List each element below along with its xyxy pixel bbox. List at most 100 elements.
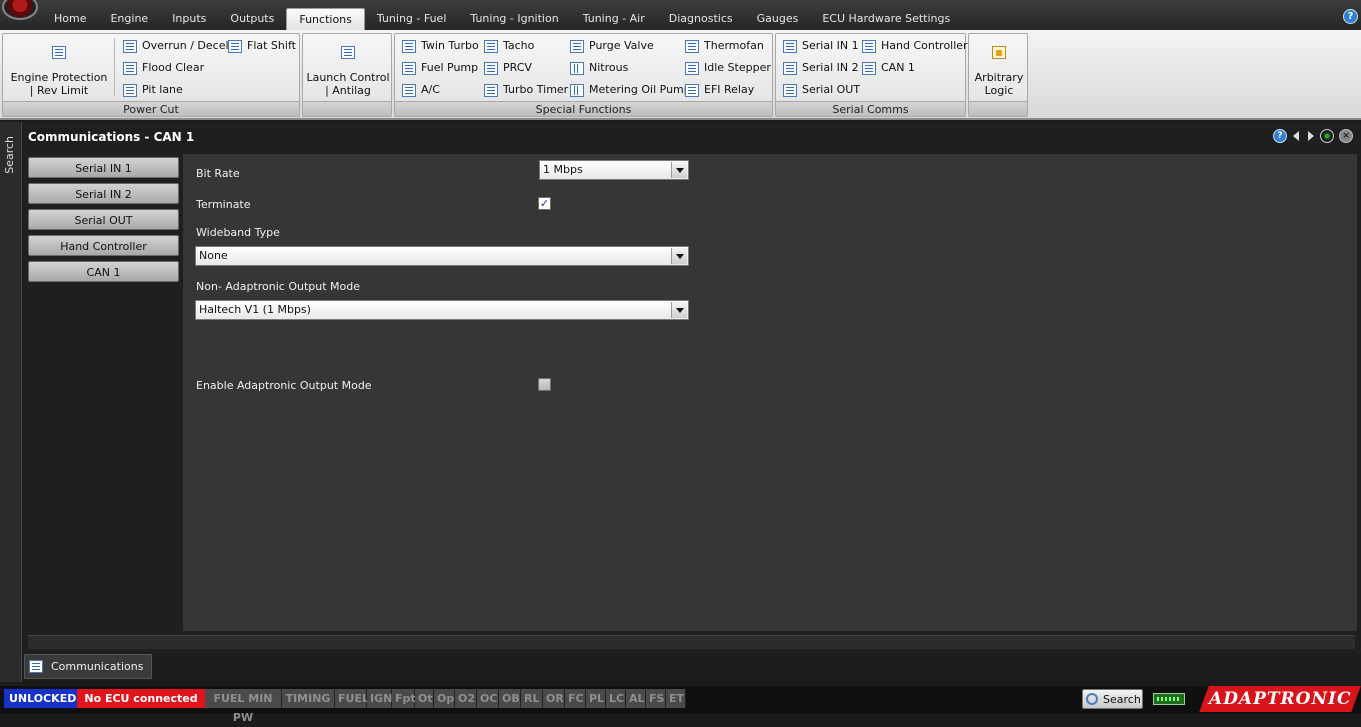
turbo-timer-button[interactable]: Turbo Timer	[484, 80, 568, 100]
communications-panel: Communications - CAN 1 ? × Serial IN 1 S…	[22, 122, 1361, 652]
nitrous-button[interactable]: Nitrous	[570, 58, 628, 78]
side-nav: Serial IN 1 Serial IN 2 Serial OUT Hand …	[28, 157, 179, 287]
logic-icon	[992, 46, 1006, 59]
wideband-type-value: None	[199, 249, 228, 262]
table-icon	[570, 83, 584, 97]
tacho-button[interactable]: Tacho	[484, 36, 534, 56]
status-flag: ET	[666, 689, 686, 708]
side-serial-in-2-button[interactable]: Serial IN 2	[28, 183, 179, 204]
bit-rate-label: Bit Rate	[196, 167, 240, 180]
overrun-decel-button[interactable]: Overrun / Decel	[123, 36, 229, 56]
flood-clear-button[interactable]: Flood Clear	[123, 58, 204, 78]
search-rail-label: Search	[3, 136, 16, 174]
arbitrary-logic-button[interactable]: Arbitrary Logic	[971, 34, 1027, 100]
side-hand-controller-button[interactable]: Hand Controller	[28, 235, 179, 256]
serial-out-button[interactable]: Serial OUT	[783, 80, 860, 100]
tab-tuning-air[interactable]: Tuning - Air	[571, 8, 657, 30]
document-icon	[484, 39, 498, 53]
group-label-launch	[303, 101, 391, 116]
tab-inputs[interactable]: Inputs	[160, 8, 218, 30]
status-flag: FUEL MIN PW	[205, 689, 282, 724]
non-adaptronic-output-mode-select[interactable]: Haltech V1 (1 Mbps)	[195, 300, 689, 320]
ribbon-group-serial-comms: Serial IN 1 Hand Controller Serial IN 2 …	[775, 33, 968, 117]
serial-in-1-button[interactable]: Serial IN 1	[783, 36, 859, 56]
document-tabs: Communications	[22, 652, 1361, 680]
status-flag: FUEL	[335, 689, 369, 708]
side-can-1-button[interactable]: CAN 1	[28, 261, 179, 282]
search-rail[interactable]: Search	[0, 122, 22, 682]
status-bar: UNLOCKED No ECU connected FUEL MIN PW TIM…	[0, 686, 1361, 724]
divider	[114, 38, 115, 96]
document-icon	[570, 39, 584, 53]
wideband-type-select[interactable]: None	[195, 246, 689, 266]
status-flag: Fpt	[392, 689, 416, 708]
tab-gauges[interactable]: Gauges	[745, 8, 811, 30]
menu-bar: Home Engine Inputs Outputs Functions Tun…	[0, 0, 1361, 30]
app-logo-icon[interactable]	[2, 0, 38, 20]
document-icon	[228, 39, 242, 53]
ribbon-group-logic: Arbitrary Logic	[968, 33, 1028, 117]
gauge-icon[interactable]	[1320, 129, 1334, 143]
efi-relay-button[interactable]: EFI Relay	[685, 80, 754, 100]
side-serial-out-button[interactable]: Serial OUT	[28, 209, 179, 230]
metering-oil-pump-button[interactable]: Metering Oil Pump	[570, 80, 691, 100]
chevron-down-icon[interactable]	[671, 302, 687, 318]
help-icon[interactable]: ?	[1343, 9, 1358, 24]
launch-control-button[interactable]: Launch Control | Antilag	[305, 34, 391, 100]
document-icon	[402, 39, 416, 53]
status-flag: TIMING	[282, 689, 335, 708]
prcv-button[interactable]: PRCV	[484, 58, 532, 78]
search-icon	[1086, 693, 1098, 705]
idle-stepper-button[interactable]: Idle Stepper	[685, 58, 771, 78]
status-flag: LC	[606, 689, 626, 708]
ribbon-group-power-cut: Engine Protection | Rev Limit Overrun / …	[2, 33, 300, 117]
enable-adaptronic-output-mode-checkbox[interactable]	[538, 378, 551, 391]
group-label-logic	[969, 101, 1027, 116]
chevron-down-icon[interactable]	[671, 248, 687, 264]
group-label-serial-comms: Serial Comms	[776, 101, 965, 116]
document-icon	[862, 39, 876, 53]
close-icon[interactable]: ×	[1339, 129, 1353, 143]
can-1-button[interactable]: CAN 1	[862, 58, 915, 78]
thermofan-button[interactable]: Thermofan	[685, 36, 764, 56]
side-serial-in-1-button[interactable]: Serial IN 1	[28, 157, 179, 178]
tab-tuning-fuel[interactable]: Tuning - Fuel	[365, 8, 459, 30]
group-label-special-functions: Special Functions	[395, 101, 772, 116]
next-icon[interactable]	[1306, 130, 1315, 142]
pit-lane-button[interactable]: Pit lane	[123, 80, 183, 100]
ribbon-group-launch: Launch Control | Antilag	[302, 33, 392, 117]
previous-icon[interactable]	[1292, 130, 1301, 142]
tab-diagnostics[interactable]: Diagnostics	[657, 8, 745, 30]
flat-shift-button[interactable]: Flat Shift	[228, 36, 296, 56]
terminate-checkbox[interactable]: ✓	[538, 197, 551, 210]
bit-rate-select[interactable]: 1 Mbps	[539, 160, 689, 180]
hand-controller-button[interactable]: Hand Controller	[862, 36, 968, 56]
tab-ecu-hardware-settings[interactable]: ECU Hardware Settings	[810, 8, 962, 30]
tab-engine[interactable]: Engine	[98, 8, 160, 30]
search-button[interactable]: Search	[1082, 689, 1143, 709]
battery-icon	[1153, 693, 1185, 705]
document-icon	[484, 83, 498, 97]
tab-tuning-ignition[interactable]: Tuning - Ignition	[458, 8, 570, 30]
enable-adaptronic-output-mode-label: Enable Adaptronic Output Mode	[196, 379, 372, 392]
document-icon	[123, 83, 137, 97]
document-icon	[52, 46, 66, 59]
engine-protection-button[interactable]: Engine Protection | Rev Limit	[7, 34, 111, 100]
twin-turbo-button[interactable]: Twin Turbo	[402, 36, 479, 56]
tab-communications[interactable]: Communications	[24, 654, 153, 679]
fuel-pump-button[interactable]: Fuel Pump	[402, 58, 478, 78]
help-icon[interactable]: ?	[1273, 129, 1287, 143]
document-icon	[783, 83, 797, 97]
tab-outputs[interactable]: Outputs	[218, 8, 286, 30]
document-icon	[341, 46, 355, 59]
chevron-down-icon[interactable]	[671, 162, 687, 178]
status-flag: O2	[455, 689, 477, 708]
document-icon	[123, 61, 137, 75]
status-flag: Ot	[415, 689, 434, 708]
ac-button[interactable]: A/C	[402, 80, 440, 100]
purge-valve-button[interactable]: Purge Valve	[570, 36, 654, 56]
tab-home[interactable]: Home	[42, 8, 98, 30]
tab-functions[interactable]: Functions	[286, 8, 365, 30]
serial-in-2-button[interactable]: Serial IN 2	[783, 58, 859, 78]
status-flag: PL	[586, 689, 606, 708]
